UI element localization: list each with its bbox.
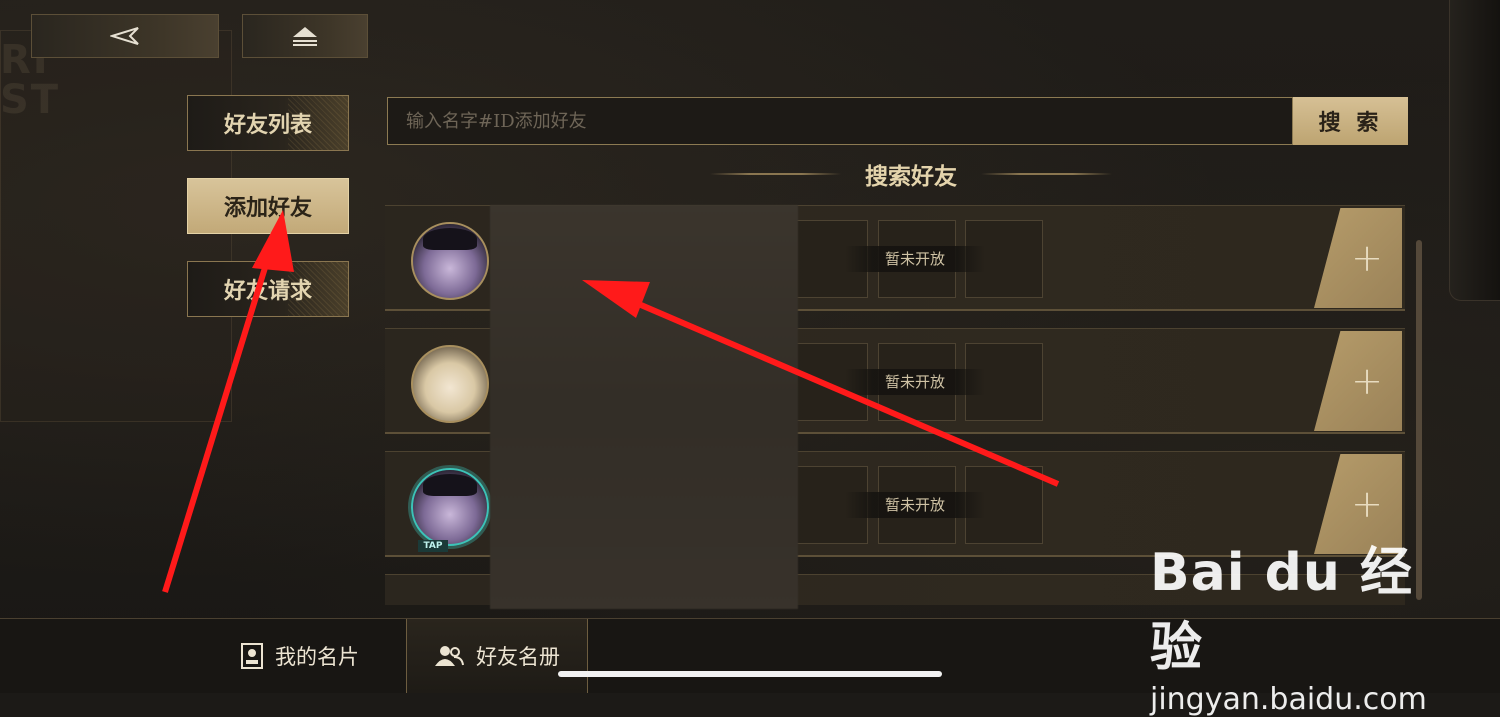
tap-badge: TAP — [418, 540, 448, 552]
tab-friend-roster[interactable]: 好友名册 — [406, 619, 588, 693]
tab-my-card[interactable]: 我的名片 — [200, 619, 400, 693]
avatar[interactable] — [411, 345, 489, 423]
divider-right — [981, 173, 1112, 175]
home-button[interactable] — [242, 14, 368, 58]
status-label: 暂未开放 — [845, 492, 985, 518]
avatar[interactable] — [411, 468, 489, 546]
search-input[interactable] — [387, 97, 1293, 145]
avatar[interactable] — [411, 222, 489, 300]
id-card-icon — [241, 643, 263, 669]
plus-icon: + — [1351, 236, 1383, 280]
back-button[interactable] — [31, 14, 219, 58]
plus-icon: + — [1351, 359, 1383, 403]
watermark-url: jingyan.baidu.com — [1150, 682, 1427, 717]
status-label: 暂未开放 — [845, 369, 985, 395]
watermark-brand: Bai du 经验 — [1150, 543, 1413, 678]
tab-add-friend[interactable]: 添加好友 — [187, 178, 349, 234]
tab-friend-list[interactable]: 好友列表 — [187, 95, 349, 151]
status-label: 暂未开放 — [845, 246, 985, 272]
plus-icon: + — [1351, 482, 1383, 526]
tab-friend-requests[interactable]: 好友请求 — [187, 261, 349, 317]
tab-label: 我的名片 — [275, 645, 359, 669]
section-title: 搜索好友 — [865, 163, 957, 190]
back-triangle-icon — [110, 27, 139, 45]
blurred-names-overlay — [490, 205, 798, 609]
search-button[interactable]: 搜 索 — [1293, 97, 1408, 145]
home-indicator[interactable] — [558, 671, 942, 677]
watermark: Bai du 经验 jingyan.baidu.com — [1150, 530, 1430, 717]
hat-decoration — [423, 228, 477, 250]
section-header: 搜索好友 — [710, 156, 1112, 192]
background-device-edge — [1449, 0, 1500, 301]
users-icon — [435, 646, 464, 666]
add-friend-button[interactable]: + — [1314, 208, 1402, 308]
tab-label: 好友名册 — [476, 645, 560, 669]
hat-decoration — [423, 474, 477, 496]
eject-icon — [293, 27, 317, 46]
add-friend-button[interactable]: + — [1314, 331, 1402, 431]
divider-left — [710, 173, 841, 175]
